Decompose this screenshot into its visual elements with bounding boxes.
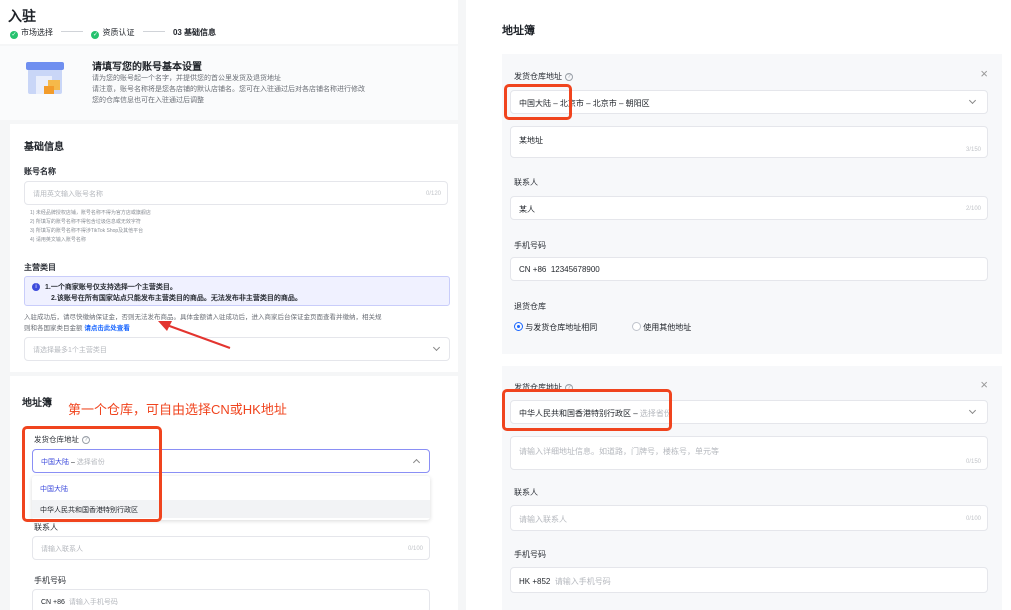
intro-line: 您的仓库信息也可在入驻通过后调整 bbox=[92, 97, 204, 104]
return-option-other[interactable]: 使用其他地址 bbox=[632, 322, 691, 333]
contact-placeholder: 请输入联系人 bbox=[41, 546, 83, 553]
contact-placeholder: 请输入联系人 bbox=[519, 515, 567, 524]
step-qualification[interactable]: ✓ 资质认证 bbox=[91, 28, 134, 39]
phone-row: CN +86 请输入手机号码 bbox=[41, 599, 118, 606]
warehouse-region-select[interactable]: 中国大陆 – 北京市 – 北京市 – 朝阳区 bbox=[510, 90, 988, 114]
intro-banner: 请填写您的账号基本设置 请为您的账号起一个名字，并提供您的首公里发货及退货地址 … bbox=[0, 46, 458, 120]
section-title: 地址簿 bbox=[22, 398, 52, 409]
contact-input[interactable]: 请输入联系人 0/100 bbox=[32, 536, 430, 560]
contact-input[interactable]: 某人 2/100 bbox=[510, 196, 988, 220]
phone-row: CN +86 12345678900 bbox=[519, 265, 600, 274]
chevron-down-icon bbox=[968, 406, 977, 415]
close-icon[interactable]: × bbox=[980, 377, 988, 392]
check-icon: ✓ bbox=[10, 31, 18, 39]
store-illustration-icon bbox=[24, 56, 68, 100]
char-counter: 0/100 bbox=[965, 516, 981, 522]
chevron-down-icon bbox=[432, 343, 441, 352]
section-title: 基础信息 bbox=[24, 142, 64, 153]
annotation-arrow-icon bbox=[158, 321, 231, 349]
char-counter: 0/120 bbox=[425, 191, 441, 197]
phone-input[interactable]: CN +86 12345678900 bbox=[510, 257, 988, 281]
return-warehouse-label: 退货仓库 bbox=[514, 302, 546, 311]
annotation-highlight bbox=[504, 84, 572, 120]
stepper: ✓ 市场选择 ✓ 资质认证 03 基础信息 bbox=[10, 27, 216, 39]
phone-row: HK +852 请输入手机号码 bbox=[519, 577, 611, 586]
radio-icon bbox=[632, 322, 641, 331]
warehouse-card-1: 发货仓库地址? × 中国大陆 – 北京市 – 北京市 – 朝阳区 某地址 3/1… bbox=[502, 54, 1002, 354]
address-detail-input[interactable]: 某地址 3/150 bbox=[510, 126, 988, 158]
category-placeholder: 请选择最多1个主营类目 bbox=[33, 347, 107, 354]
phone-input[interactable]: CN +86 请输入手机号码 bbox=[32, 589, 430, 610]
phone-prefix: CN +86 bbox=[41, 599, 65, 606]
address-book-card: 地址簿 第一个仓库，可自由选择CN或HK地址 发货仓库地址? 中国大陆 – 选择… bbox=[10, 376, 458, 610]
phone-label: 手机号码 bbox=[514, 550, 546, 559]
category-label: 主营类目 bbox=[24, 263, 56, 272]
step-market[interactable]: ✓ 市场选择 bbox=[10, 28, 53, 39]
annotation-text: 第一个仓库，可自由选择CN或HK地址 bbox=[68, 402, 287, 417]
contact-label: 联系人 bbox=[514, 488, 538, 497]
intro-heading: 请填写您的账号基本设置 bbox=[92, 62, 202, 73]
info-icon: i bbox=[32, 283, 40, 291]
phone-value: 12345678900 bbox=[550, 265, 600, 274]
contact-input[interactable]: 请输入联系人 0/100 bbox=[510, 505, 988, 531]
address-detail-placeholder: 请输入详细地址信息。如道路，门牌号，楼栋号，单元等 bbox=[519, 447, 719, 456]
deposit-link[interactable]: 请点击此处查看 bbox=[84, 325, 130, 332]
deposit-text-line2: 则和各国家类目金额 请点击此处查看 bbox=[24, 325, 130, 332]
radio-selected-icon bbox=[514, 322, 523, 331]
intro-line: 请注意，账号名称将是您各店铺的默认店铺名。您可在入驻通过后对各店铺名称进行修改 bbox=[92, 86, 365, 93]
intro-line: 请为您的账号起一个名字，并提供您的首公里发货及退货地址 bbox=[92, 75, 281, 82]
chevron-up-icon bbox=[412, 458, 421, 467]
header-card: 入驻 ✓ 市场选择 ✓ 资质认证 03 基础信息 bbox=[0, 0, 458, 44]
check-icon: ✓ bbox=[91, 31, 100, 39]
annotation-highlight bbox=[22, 426, 162, 522]
address-detail-input[interactable]: 请输入详细地址信息。如道路，门牌号，楼栋号，单元等 0/150 bbox=[510, 436, 988, 470]
page-title: 入驻 bbox=[8, 8, 36, 24]
screenshot-root: 入驻 ✓ 市场选择 ✓ 资质认证 03 基础信息 请填写您的账号基本设置 请为您的账… bbox=[0, 0, 1011, 610]
char-counter: 3/150 bbox=[965, 147, 981, 153]
contact-label: 联系人 bbox=[514, 178, 538, 187]
page-title: 地址簿 bbox=[502, 25, 535, 37]
notice-line: 1.一个商家账号仅支持选择一个主营类目。 bbox=[45, 284, 177, 291]
close-icon[interactable]: × bbox=[980, 66, 988, 81]
rule-text: 1) 未经品牌授权店铺，账号名称不得为官方店或旗舰店 bbox=[30, 210, 151, 216]
onboarding-pane: 入驻 ✓ 市场选择 ✓ 资质认证 03 基础信息 请填写您的账号基本设置 请为您的账… bbox=[0, 0, 466, 610]
address-book-pane: 地址簿 发货仓库地址? × 中国大陆 – 北京市 – 北京市 – 朝阳区 某地址… bbox=[486, 0, 1011, 610]
phone-prefix: HK +852 bbox=[519, 577, 551, 586]
help-icon: ? bbox=[565, 73, 573, 81]
phone-input[interactable]: HK +852 请输入手机号码 bbox=[510, 567, 988, 593]
contact-value: 某人 bbox=[519, 205, 535, 214]
account-name-label: 账号名称 bbox=[24, 167, 56, 176]
rule-text: 3) 所填写的账号名称不得涉TikTok Shop及其他平台 bbox=[30, 228, 144, 234]
rule-text: 2) 所填写的账号名称不得包含垃圾信息或无效字符 bbox=[30, 219, 141, 225]
account-name-input[interactable]: 请用英文输入账号名称 0/120 bbox=[24, 181, 448, 205]
char-counter: 0/100 bbox=[407, 546, 423, 552]
step-basic-info: 03 基础信息 bbox=[172, 28, 217, 37]
chevron-down-icon bbox=[968, 96, 977, 105]
step-divider bbox=[142, 31, 165, 32]
annotation-highlight bbox=[502, 389, 672, 431]
step-divider bbox=[61, 31, 84, 32]
warehouse-label: 发货仓库地址? bbox=[514, 71, 573, 82]
account-name-placeholder: 请用英文输入账号名称 bbox=[33, 191, 103, 198]
address-detail-value: 某地址 bbox=[519, 136, 543, 145]
phone-prefix: CN +86 bbox=[519, 265, 547, 274]
contact-label: 联系人 bbox=[34, 523, 58, 532]
char-counter: 0/150 bbox=[965, 459, 981, 465]
phone-label: 手机号码 bbox=[514, 241, 546, 250]
rule-text: 4) 请用英文输入账号名称 bbox=[30, 237, 86, 243]
return-option-same[interactable]: 与发货仓库地址相同 bbox=[514, 322, 597, 333]
char-counter: 2/100 bbox=[965, 206, 981, 212]
phone-label: 手机号码 bbox=[34, 576, 66, 585]
